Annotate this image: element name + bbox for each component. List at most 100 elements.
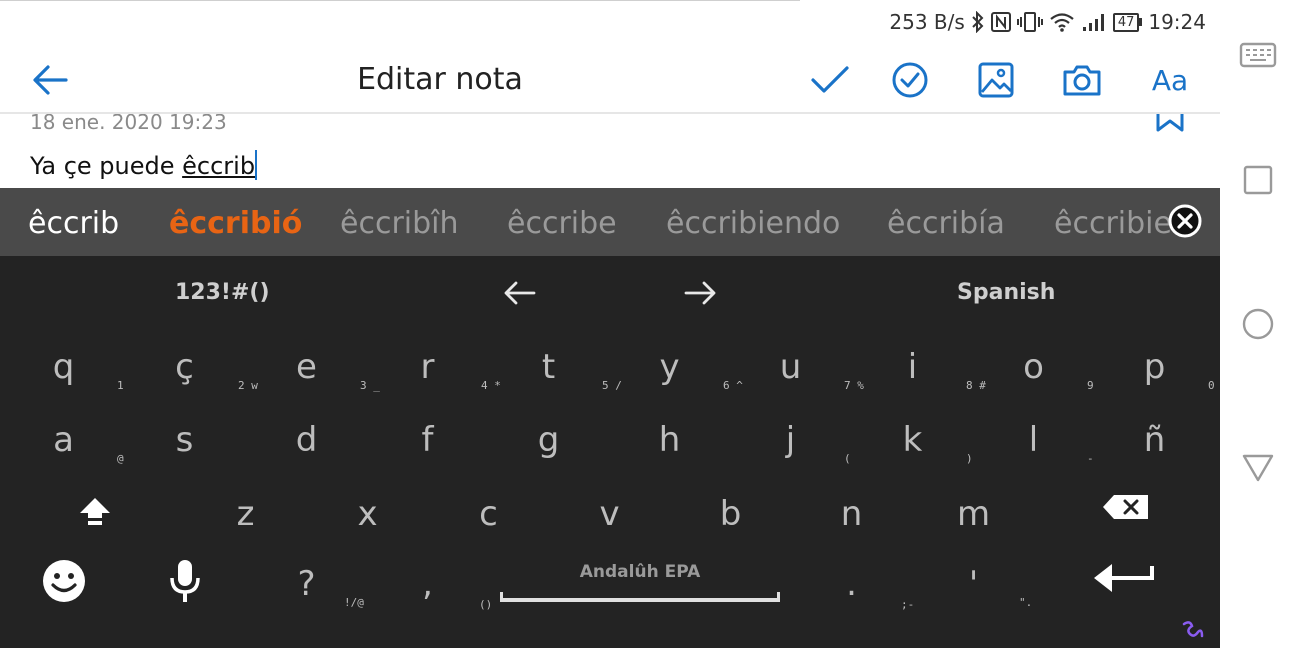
key-r[interactable]: r4 * (367, 331, 501, 405)
key-d[interactable]: d (246, 404, 367, 478)
comma-key[interactable]: , () (367, 548, 492, 622)
text-format-button[interactable]: Aa (1146, 60, 1194, 100)
key-label: q (52, 347, 75, 387)
backspace-key[interactable] (1080, 480, 1201, 554)
suggestion-item[interactable]: êccribiendo (666, 206, 840, 241)
space-key[interactable] (500, 592, 780, 602)
emoji-key[interactable] (3, 544, 124, 624)
key-sub-label: @ (117, 452, 124, 465)
key-sub-label: 9 (1087, 379, 1094, 392)
key-o[interactable]: o9 (973, 331, 1094, 405)
cursor-left-icon[interactable] (502, 278, 536, 308)
suggestion-item[interactable]: êccribe (507, 206, 617, 241)
key-label: l (1028, 420, 1039, 460)
divider (0, 0, 800, 1)
key-t[interactable]: t5 / (488, 331, 622, 405)
battery-level: 47 (1112, 12, 1140, 32)
key-label: v (599, 494, 620, 534)
key-x[interactable]: x (307, 478, 428, 552)
key-label: . (846, 564, 857, 604)
key-label: c (479, 494, 498, 534)
key-u[interactable]: u7 % (730, 331, 864, 405)
status-bar: 253 B/s 47 19:24 (0, 0, 1220, 44)
note-editor[interactable]: 18 ene. 2020 19:23 Ya çe puede êccrib (0, 114, 1220, 188)
suggestion-item[interactable]: êccribía (887, 206, 1005, 241)
key-n[interactable]: n (791, 478, 912, 552)
insert-image-button[interactable] (974, 60, 1018, 100)
key-a[interactable]: a @ (3, 404, 124, 478)
save-button[interactable] (808, 60, 852, 100)
key-label: x (357, 494, 378, 534)
key-label: f (421, 420, 434, 460)
key-p[interactable]: p0 (1094, 331, 1215, 405)
key-label: o (1023, 347, 1044, 387)
camera-button[interactable] (1060, 60, 1104, 100)
key-j[interactable]: j( (730, 404, 851, 478)
key-sub-label: ) (966, 452, 973, 465)
key-l[interactable]: l- (973, 404, 1094, 478)
key-sub-label: ". (1019, 596, 1033, 609)
backspace-icon (1103, 495, 1148, 519)
key-label: e (296, 347, 317, 387)
close-suggestions-icon[interactable] (1168, 204, 1202, 238)
check-icon (811, 66, 849, 93)
key-sub-label: 0 (1208, 379, 1215, 392)
voice-input-key[interactable] (124, 544, 245, 624)
suggestion-typed[interactable]: êccrib (28, 206, 119, 241)
back-nav-button-icon[interactable] (1238, 448, 1278, 488)
back-button[interactable] (30, 62, 70, 98)
note-text[interactable]: Ya çe puede êccrib (30, 150, 258, 180)
key-i[interactable]: i8 # (852, 331, 986, 405)
key-label: s (175, 420, 194, 460)
enter-key[interactable] (1080, 544, 1201, 624)
question-key[interactable]: ? !/@ (246, 548, 367, 622)
home-button-icon[interactable] (1238, 304, 1278, 344)
shift-icon (80, 498, 110, 525)
period-key[interactable]: . ;- (791, 548, 914, 622)
key-label: , (422, 564, 433, 604)
bluetooth-icon (972, 11, 984, 33)
suggestion-best[interactable]: êccribió (169, 206, 302, 241)
key-g[interactable]: g (488, 404, 609, 478)
shift-key[interactable] (34, 480, 155, 554)
key-n-tilde[interactable]: ñ (1094, 404, 1215, 478)
apostrophe-key[interactable]: ' ". (913, 548, 1034, 622)
suggestion-item[interactable]: êccribîh (340, 206, 459, 241)
arrow-left-icon (33, 65, 68, 95)
nfc-icon (990, 12, 1011, 32)
key-v[interactable]: v (549, 478, 670, 552)
key-k[interactable]: k) (852, 404, 973, 478)
key-b[interactable]: b (670, 478, 791, 552)
key-sub-label: 1 (117, 379, 124, 392)
bookmark-icon[interactable] (1156, 114, 1184, 132)
key-f[interactable]: f (367, 404, 488, 478)
key-s[interactable]: s (124, 404, 245, 478)
language-button[interactable]: Spanish (957, 280, 1055, 305)
note-date: 18 ene. 2020 19:23 (30, 114, 227, 134)
checklist-button[interactable] (888, 60, 932, 100)
key-z[interactable]: z (185, 478, 306, 552)
check-circle-icon (892, 62, 928, 98)
key-h[interactable]: h (609, 404, 730, 478)
key-e[interactable]: e3 _ (246, 331, 380, 405)
key-q[interactable]: q1 (3, 331, 124, 405)
key-label: h (658, 420, 681, 460)
enter-icon (1094, 564, 1154, 592)
key-m[interactable]: m (913, 478, 1034, 552)
key-label: ñ (1143, 420, 1166, 460)
key-sub-label: !/@ (344, 596, 364, 609)
key-label: b (719, 494, 742, 534)
status-icons: 253 B/s 47 19:24 (889, 8, 1206, 36)
key-c-cedilla[interactable]: ç2 w (124, 331, 258, 405)
key-label: d (295, 420, 318, 460)
key-c[interactable]: c (428, 478, 549, 552)
key-label: g (537, 420, 560, 460)
space-key-label: Andalûh EPA (579, 562, 701, 582)
clock: 19:24 (1148, 10, 1206, 34)
key-y[interactable]: y6 ^ (609, 331, 742, 405)
numbers-symbols-button[interactable]: 123!#() (175, 280, 270, 305)
keyboard-switch-icon[interactable] (1238, 36, 1278, 76)
recents-button-icon[interactable] (1238, 160, 1278, 200)
note-text-prefix: Ya çe puede (30, 152, 183, 180)
cursor-right-icon[interactable] (684, 278, 718, 308)
